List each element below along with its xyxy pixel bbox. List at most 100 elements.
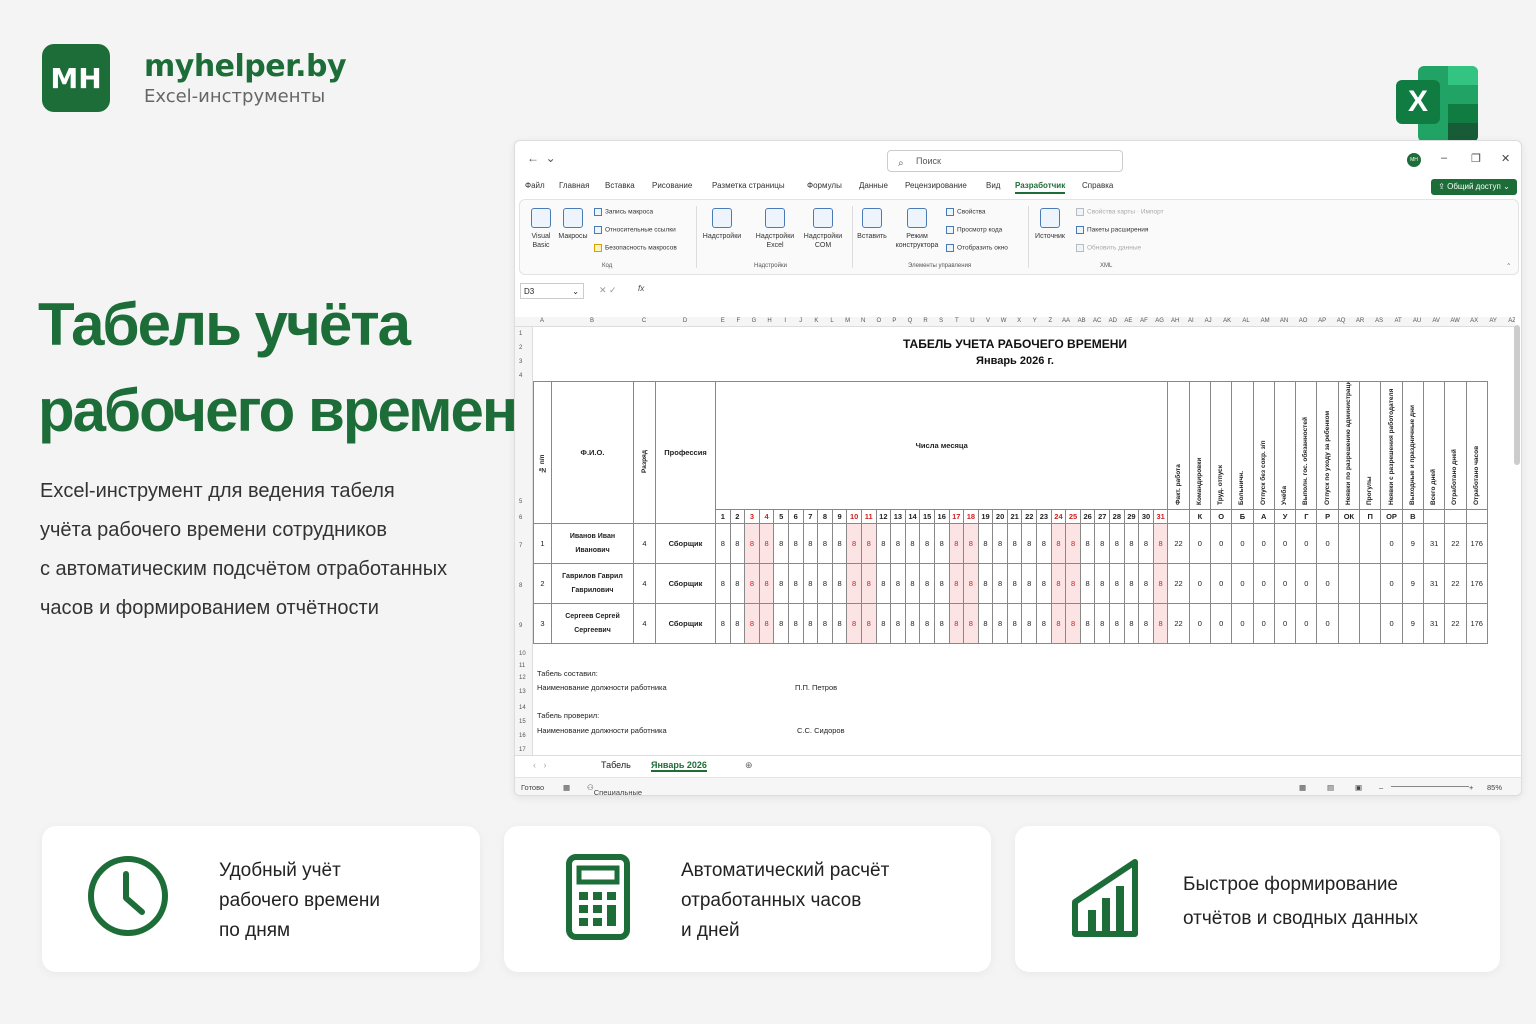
cell-hours[interactable]: 8 <box>860 563 877 604</box>
row-header[interactable]: 4 <box>519 373 522 379</box>
cell-summary[interactable]: 0 <box>1380 603 1403 644</box>
column-header[interactable]: Y <box>1027 318 1043 324</box>
column-header[interactable]: AW <box>1446 318 1465 324</box>
cancel-confirm-icons[interactable]: ✕ ✓ <box>599 285 617 296</box>
cell-hours[interactable]: 8 <box>831 523 848 564</box>
cell-hours[interactable]: 8 <box>1152 603 1169 644</box>
relative-refs-button[interactable]: Относительные ссылки <box>594 226 676 234</box>
close-icon[interactable]: ✕ <box>1501 152 1510 165</box>
column-header[interactable]: AB <box>1074 318 1090 324</box>
menu-5[interactable]: Формулы <box>807 181 842 190</box>
column-header[interactable]: AN <box>1275 318 1294 324</box>
cell-profession[interactable]: Сборщик <box>655 563 716 604</box>
cell-summary[interactable]: 0 <box>1188 563 1212 604</box>
zoom-level[interactable]: 85% <box>1487 783 1502 792</box>
menu-6[interactable]: Данные <box>859 181 888 190</box>
tab-prev-icon[interactable]: ‹ › <box>533 760 547 770</box>
column-header[interactable]: M <box>840 318 856 324</box>
row-header[interactable]: 11 <box>519 663 525 669</box>
column-header[interactable]: B <box>551 318 633 324</box>
cell-hours[interactable]: 8 <box>1138 563 1154 604</box>
column-header[interactable]: AS <box>1370 318 1389 324</box>
cell-hours[interactable]: 8 <box>890 563 906 604</box>
column-header[interactable]: AK <box>1218 318 1237 324</box>
cell-hours[interactable]: 8 <box>992 563 1008 604</box>
row-header[interactable]: 9 <box>519 623 522 629</box>
column-header[interactable]: AV <box>1427 318 1446 324</box>
column-header[interactable]: U <box>965 318 981 324</box>
column-header[interactable]: AU <box>1408 318 1427 324</box>
cell-hours[interactable]: 8 <box>729 563 746 604</box>
cell-hours[interactable]: 8 <box>904 523 921 564</box>
cell-hours[interactable]: 8 <box>963 523 979 564</box>
cell-summary[interactable] <box>1337 603 1361 644</box>
cell-summary[interactable]: 0 <box>1252 563 1275 604</box>
cell-hours[interactable]: 8 <box>860 523 877 564</box>
cell-hours[interactable]: 8 <box>1079 603 1096 644</box>
menu-4[interactable]: Разметка страницы <box>712 181 785 190</box>
table-row[interactable]: 1 Иванов Иван Иванович 4 Сборщик 8 8 8 8 8 8 8 8 8 8 8… <box>533 523 1488 564</box>
cell-hours[interactable]: 8 <box>1123 563 1140 604</box>
column-header[interactable]: A <box>533 318 551 324</box>
com-addins-button[interactable]: Надстройки COM <box>802 208 844 250</box>
cell-summary[interactable]: 31 <box>1422 563 1446 604</box>
cell-hours[interactable]: 8 <box>817 603 833 644</box>
cell-hours[interactable]: 8 <box>1109 603 1125 644</box>
cell-hours[interactable]: 8 <box>875 603 892 644</box>
menu-3[interactable]: Рисование <box>652 181 692 190</box>
cell-hours[interactable]: 8 <box>933 523 950 564</box>
cell-hours[interactable]: 8 <box>1036 603 1052 644</box>
cell-summary[interactable]: 22 <box>1444 603 1467 644</box>
column-header[interactable]: AL <box>1237 318 1256 324</box>
record-macro-button[interactable]: Запись макроса <box>594 208 653 216</box>
column-header[interactable]: H <box>762 318 778 324</box>
accessibility-status[interactable]: ⚇ Специальные возможности: проверьте рек… <box>587 783 642 795</box>
cell-summary[interactable]: 0 <box>1188 523 1212 564</box>
tab-january-2026[interactable]: Январь 2026 <box>651 760 707 772</box>
cell-summary[interactable]: 9 <box>1401 563 1424 604</box>
cell-hours[interactable]: 8 <box>1079 523 1096 564</box>
search-input[interactable]: ⌕ Поиск <box>887 150 1123 172</box>
cell-hours[interactable]: 8 <box>919 603 935 644</box>
row-header[interactable]: 10 <box>519 651 526 657</box>
cell-hours[interactable]: 8 <box>977 603 994 644</box>
column-header[interactable]: AJ <box>1199 318 1218 324</box>
cell-summary[interactable]: 22 <box>1167 603 1190 644</box>
cell-hours[interactable]: 8 <box>1065 563 1081 604</box>
cell-summary[interactable]: 0 <box>1295 563 1318 604</box>
column-header[interactable]: AZ <box>1503 318 1515 324</box>
cell-hours[interactable]: 8 <box>1050 603 1067 644</box>
cell-hours[interactable]: 8 <box>1050 523 1067 564</box>
column-header[interactable]: R <box>918 318 934 324</box>
row-header[interactable]: 13 <box>519 689 526 695</box>
page-layout-icon[interactable]: ▤ <box>1327 783 1334 792</box>
cell-summary[interactable]: 22 <box>1444 563 1467 604</box>
macro-record-icon[interactable]: ▦ <box>563 783 570 792</box>
cell-hours[interactable]: 8 <box>1109 523 1125 564</box>
cell-summary[interactable]: 0 <box>1273 603 1297 644</box>
visual-basic-button[interactable]: Visual Basic <box>526 208 556 250</box>
add-sheet-icon[interactable]: ⊕ <box>745 760 753 771</box>
cell-hours[interactable]: 8 <box>904 603 921 644</box>
name-box[interactable]: D3 ⌄ <box>520 283 584 299</box>
column-header[interactable]: AC <box>1089 318 1105 324</box>
cell-summary[interactable]: 0 <box>1209 563 1233 604</box>
vertical-scrollbar[interactable] <box>1514 325 1520 465</box>
cell-hours[interactable]: 8 <box>977 523 994 564</box>
cell-fio[interactable]: Гаврилов Гаврил Гаврилович <box>551 563 634 604</box>
menu-1[interactable]: Главная <box>559 181 589 190</box>
cell-hours[interactable]: 8 <box>744 603 760 644</box>
menu-10[interactable]: Справка <box>1082 181 1113 190</box>
run-dialog-button[interactable]: Отобразить окно <box>946 244 1008 252</box>
cell-hours[interactable]: 8 <box>1006 523 1023 564</box>
zoom-slider[interactable] <box>1391 786 1469 787</box>
cell-hours[interactable]: 8 <box>773 563 789 604</box>
cell-hours[interactable]: 8 <box>963 563 979 604</box>
xml-source-button[interactable]: Источник <box>1030 208 1070 241</box>
cell-hours[interactable]: 8 <box>817 563 833 604</box>
column-header[interactable]: AM <box>1256 318 1275 324</box>
macros-button[interactable]: Макросы <box>558 208 588 241</box>
cell-hours[interactable]: 8 <box>831 603 848 644</box>
column-header[interactable]: AG <box>1152 318 1168 324</box>
cell-hours[interactable]: 8 <box>919 523 935 564</box>
